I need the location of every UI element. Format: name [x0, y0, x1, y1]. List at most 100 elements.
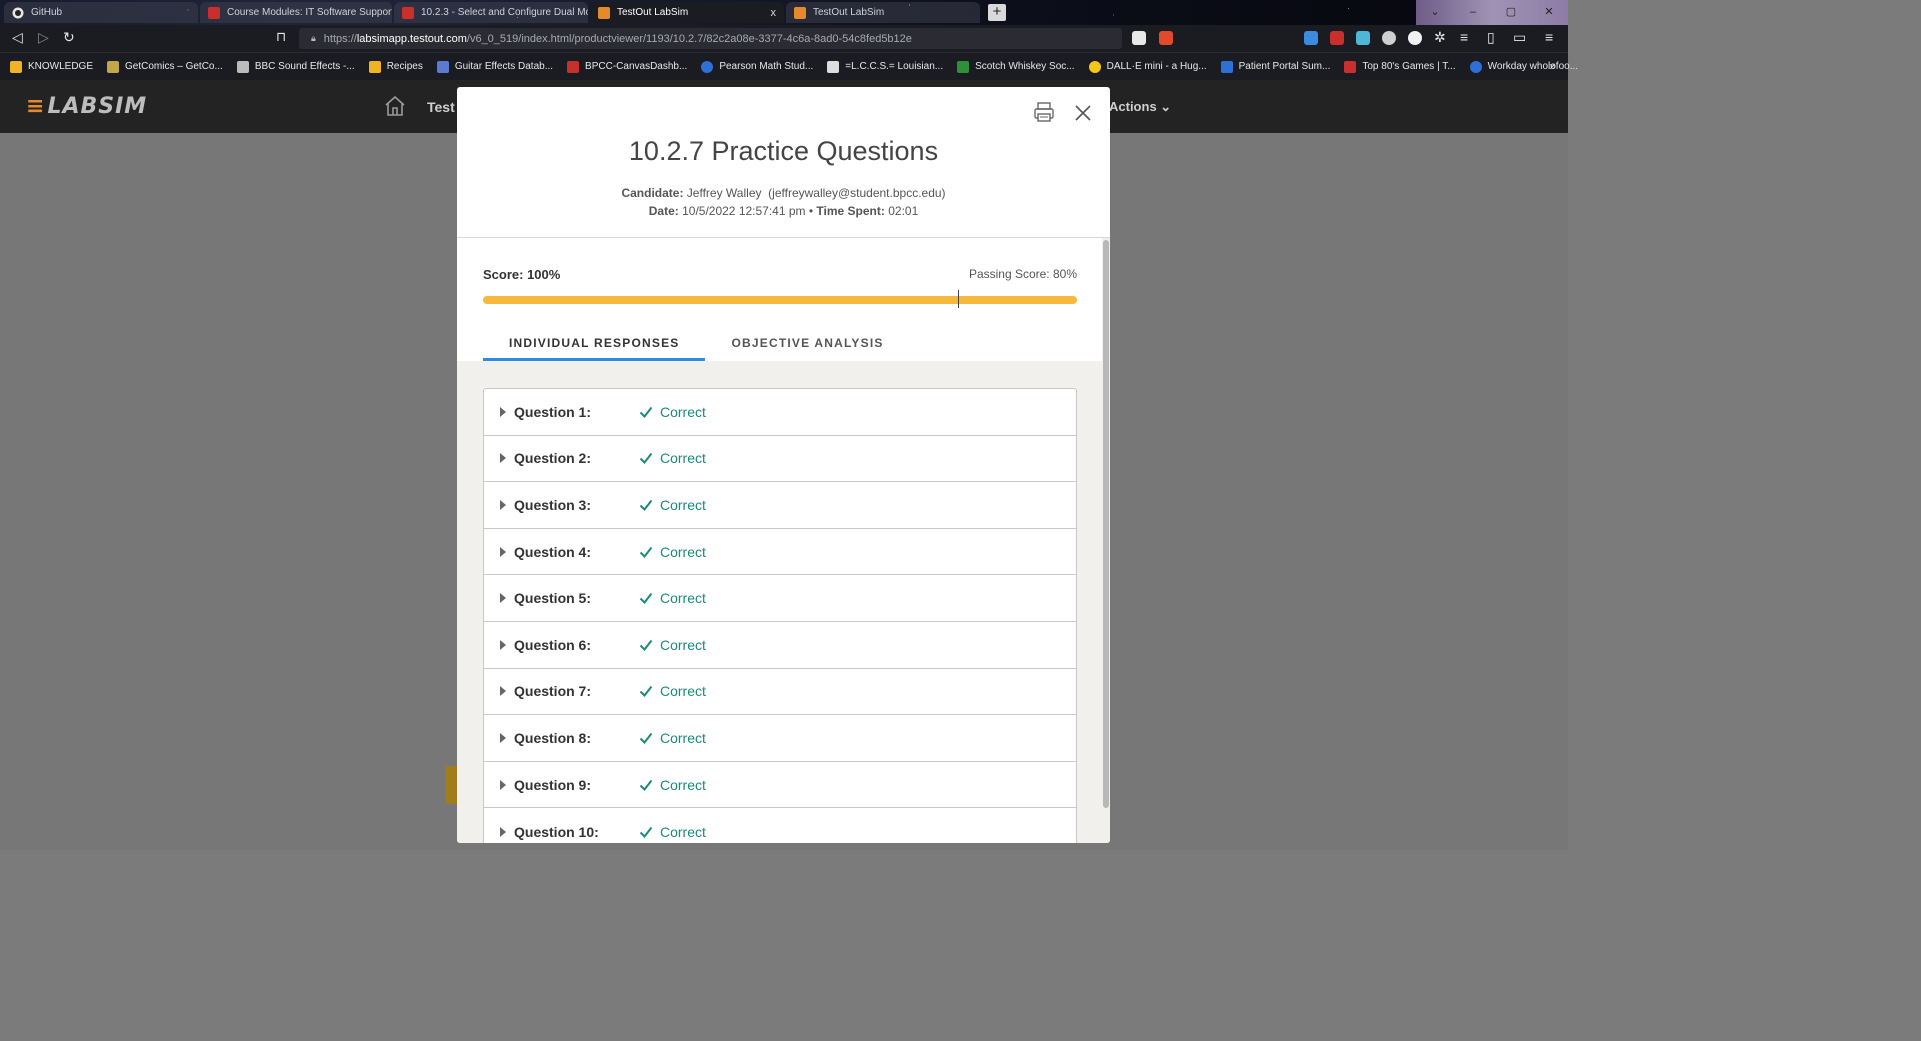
modal-body: Score: 100% Passing Score: 80% INDIVIDUA… [457, 238, 1110, 843]
bookmark-item[interactable]: BPCC-CanvasDashb... [567, 60, 687, 73]
bookmark-item[interactable]: Pearson Math Stud... [701, 60, 813, 73]
question-row[interactable]: Question 3: Correct [484, 482, 1076, 529]
new-tab-button[interactable]: + [988, 4, 1006, 21]
question-row[interactable]: Question 1: Correct [484, 389, 1076, 436]
menu-icon[interactable]: ≡ [1545, 29, 1553, 45]
tab-close-icon[interactable]: x [765, 7, 777, 19]
caret-right-icon[interactable] [500, 826, 506, 837]
caret-right-icon[interactable] [500, 593, 506, 604]
reload-icon[interactable]: ↻ [63, 29, 75, 46]
question-label: Question 1: [514, 403, 592, 420]
browser-tab-labsim-active[interactable]: TestOut LabSim x [590, 2, 784, 23]
bookmark-item[interactable]: Recipes [368, 60, 423, 73]
bookmark-label: Workday wholefoo... [1487, 61, 1579, 72]
browser-tab-strip: GitHub Course Modules: IT Software Suppo… [0, 0, 1568, 25]
minimize-icon[interactable]: – [1454, 0, 1492, 25]
question-row[interactable]: Question 9: Correct [484, 762, 1076, 809]
bookmark-item[interactable]: =L.C.C.S.= Louisian... [827, 60, 943, 73]
bookmark-item[interactable]: Workday wholefoo... [1469, 60, 1579, 73]
nav-test-label[interactable]: Test [427, 99, 455, 115]
logo-mark-icon: ≡ [26, 94, 46, 119]
bookmark-icon[interactable]: ⊓ [276, 29, 286, 45]
top-80s-games-icon [1344, 60, 1357, 73]
browser-tab-dual-monitors[interactable]: 10.2.3 - Select and Configure Dual Monit… [394, 2, 588, 23]
close-icon[interactable] [1072, 102, 1094, 124]
extensions-puzzle-icon[interactable]: ✲ [1434, 29, 1446, 46]
checkmark-icon [639, 639, 653, 651]
candidate-label: Candidate: [621, 186, 684, 200]
candidate-line: Candidate: Jeffrey Walley (jeffreywalley… [457, 186, 1110, 200]
address-bar[interactable]: 🔒︎ https:// labsimapp.testout.com /v6_0_… [299, 28, 1122, 49]
bookmark-item[interactable]: Scotch Whiskey Soc... [957, 60, 1075, 73]
question-label: Question 10: [514, 823, 599, 840]
question-row[interactable]: Question 7: Correct [484, 669, 1076, 716]
question-row[interactable]: Question 2: Correct [484, 436, 1076, 483]
caret-right-icon[interactable] [500, 732, 506, 743]
back-icon[interactable]: ◁ [12, 29, 23, 46]
tab-individual-responses[interactable]: INDIVIDUAL RESPONSES [483, 329, 706, 361]
question-label: Question 2: [514, 450, 592, 467]
brave-rewards-icon[interactable] [1159, 31, 1173, 45]
question-row[interactable]: Question 10: Correct [484, 808, 1076, 843]
bookmark-item[interactable]: BBC Sound Effects -... [236, 60, 355, 73]
canvas-favicon-icon [402, 6, 414, 19]
extension-w-icon[interactable] [1382, 31, 1396, 45]
caret-right-icon[interactable] [500, 686, 506, 697]
extension-circle-icon[interactable] [1408, 31, 1422, 45]
date-value: 10/5/2022 12:57:41 pm [682, 204, 806, 218]
extension-s-icon[interactable] [1330, 31, 1344, 45]
bookmark-item[interactable]: GetComics – GetCo... [107, 60, 223, 73]
question-row[interactable]: Question 8: Correct [484, 715, 1076, 762]
window-close-icon[interactable]: ✕ [1530, 0, 1568, 25]
labsim-logo[interactable]: ≡LABSIM [26, 94, 147, 119]
question-row[interactable]: Question 4: Correct [484, 529, 1076, 576]
scotch-whiskey-icon [957, 60, 970, 73]
extension-translate-icon[interactable] [1304, 31, 1318, 45]
browser-tab-course-modules[interactable]: Course Modules: IT Software Support [200, 2, 392, 23]
caret-right-icon[interactable] [500, 639, 506, 650]
date-line: Date: 10/5/2022 12:57:41 pm • Time Spent… [457, 204, 1110, 218]
caret-right-icon[interactable] [500, 779, 506, 790]
browser-tab-title: TestOut LabSim [813, 7, 885, 18]
brave-shields-icon[interactable] [1132, 31, 1146, 45]
reading-list-icon[interactable]: ≡ [1460, 29, 1468, 45]
bookmark-item[interactable]: KNOWLEDGE [10, 60, 93, 73]
bookmark-item[interactable]: Top 80's Games | T... [1344, 60, 1456, 73]
pearson-icon [701, 60, 714, 73]
question-label: Question 8: [514, 729, 592, 746]
home-icon[interactable] [384, 95, 406, 117]
caret-right-icon[interactable] [500, 406, 506, 417]
chevron-down-icon[interactable]: ⌄ [1416, 0, 1454, 25]
bookmark-item[interactable]: DALL·E mini - a Hug... [1088, 60, 1207, 73]
print-icon[interactable] [1033, 101, 1055, 123]
forward-icon[interactable]: ▷ [38, 29, 49, 46]
browser-tab-github[interactable]: GitHub [4, 2, 198, 23]
question-label: Question 4: [514, 543, 592, 560]
extension-react-icon[interactable] [1356, 31, 1370, 45]
scrollbar-thumb[interactable] [1103, 240, 1109, 808]
question-status: Correct [660, 776, 706, 793]
actions-menu[interactable]: Actions ⌄ [1109, 99, 1171, 115]
browser-toolbar: ◁ ▷ ↻ ⊓ 🔒︎ https:// labsimapp.testout.co… [0, 25, 1568, 52]
candidate-name: Jeffrey Walley [686, 186, 762, 200]
wallet-icon[interactable]: ▭ [1513, 29, 1526, 46]
question-row[interactable]: Question 6: Correct [484, 622, 1076, 669]
sidebar-icon[interactable]: ▯ [1487, 29, 1495, 46]
caret-right-icon[interactable] [500, 453, 506, 464]
bbc-icon [236, 60, 249, 73]
url-host: labsimapp.testout.com [356, 32, 467, 45]
bookmark-item[interactable]: Patient Portal Sum... [1220, 60, 1330, 73]
caret-right-icon[interactable] [500, 499, 506, 510]
checkmark-icon [639, 732, 653, 744]
bookmarks-overflow-icon[interactable]: » [1549, 59, 1556, 73]
browser-tab-labsim[interactable]: TestOut LabSim [786, 2, 980, 23]
bookmark-item[interactable]: Guitar Effects Datab... [436, 60, 553, 73]
tab-objective-analysis[interactable]: OBJECTIVE ANALYSIS [705, 329, 909, 361]
results-modal: 10.2.7 Practice Questions Candidate: Jef… [457, 87, 1110, 843]
caret-right-icon[interactable] [500, 546, 506, 557]
question-label: Question 5: [514, 590, 592, 607]
canvas-icon [567, 60, 580, 73]
maximize-icon[interactable]: ▢ [1492, 0, 1530, 25]
question-row[interactable]: Question 5: Correct [484, 575, 1076, 622]
modal-scrollbar[interactable] [1102, 238, 1110, 843]
